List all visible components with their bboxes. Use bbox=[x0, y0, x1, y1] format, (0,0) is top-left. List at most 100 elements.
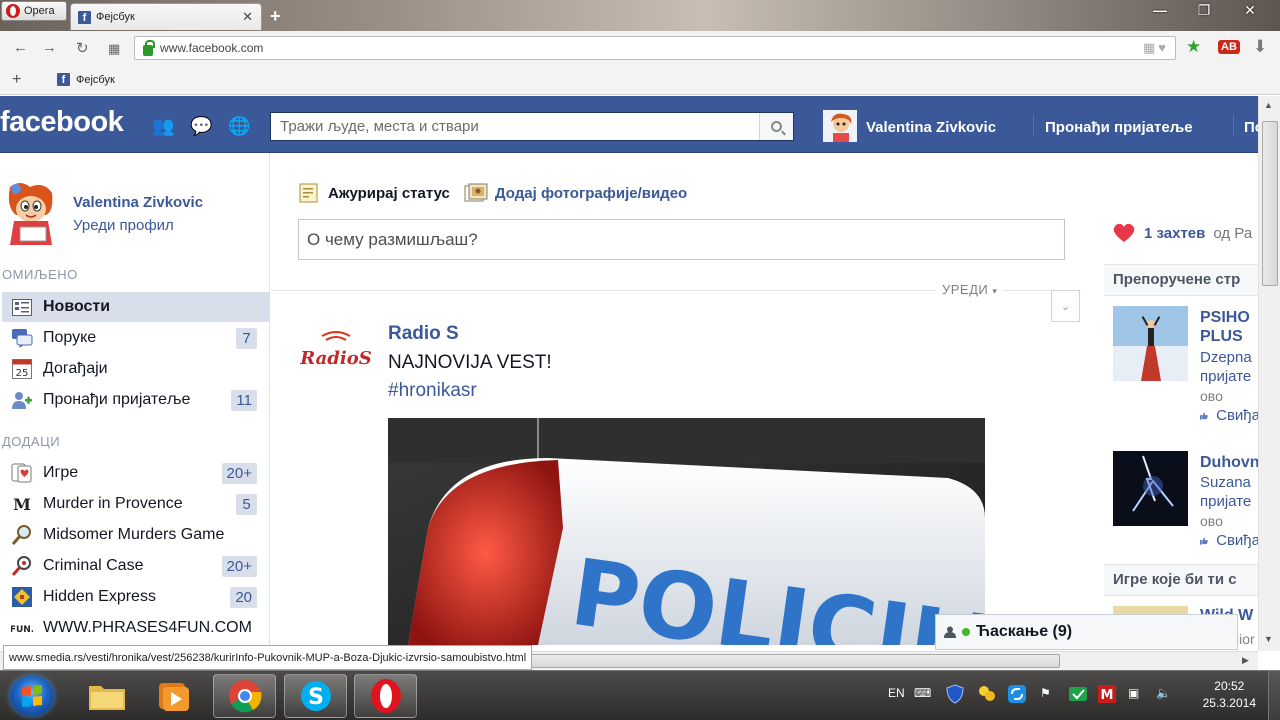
user-avatar[interactable] bbox=[823, 110, 857, 142]
browser-tab[interactable]: f Фејсбук ✕ bbox=[70, 3, 262, 30]
sidebar-item-find-friends[interactable]: Пронађи пријатеље 11 bbox=[2, 385, 270, 415]
post-author-link[interactable]: Radio S bbox=[388, 323, 459, 345]
criminal-case-badge: 20+ bbox=[221, 555, 257, 577]
post-options-button[interactable]: ⌄ bbox=[1051, 290, 1080, 322]
sidebar-item-criminal-case[interactable]: Criminal Case 20+ bbox=[2, 551, 270, 581]
back-arrow-icon[interactable]: ← bbox=[13, 39, 28, 56]
sidebar-item-midsomer-murders[interactable]: Midsomer Murders Game bbox=[2, 520, 270, 550]
svg-text:M: M bbox=[13, 495, 31, 514]
online-status-icon bbox=[962, 628, 970, 636]
sidebar-item-games[interactable]: Игре 20+ bbox=[2, 458, 270, 488]
sidebar-item-murder-in-provence[interactable]: M Murder in Provence 5 bbox=[2, 489, 270, 519]
friend-requests-icon[interactable]: 👥 bbox=[152, 116, 174, 137]
scroll-up-icon[interactable]: ▲ bbox=[1264, 100, 1273, 110]
friend-request-notice[interactable]: 1 захтев од Ра bbox=[1112, 223, 1252, 243]
add-bookmark-icon[interactable]: + bbox=[12, 71, 21, 89]
taskbar-explorer-button[interactable] bbox=[75, 674, 138, 718]
network-icon[interactable]: ▣ bbox=[1128, 686, 1139, 700]
suggested-page-title[interactable]: Duhovn bbox=[1200, 453, 1260, 473]
calendar-icon: 25 bbox=[10, 357, 34, 381]
reload-icon[interactable]: ↻ bbox=[76, 39, 89, 57]
header-home-link[interactable]: Почетна bbox=[1244, 119, 1258, 136]
minimize-button[interactable]: — bbox=[1138, 0, 1182, 20]
like-page-button[interactable]: Свиђа bbox=[1200, 407, 1260, 424]
messages-jewel-icon[interactable]: 💬 bbox=[190, 116, 212, 137]
taskbar-chrome-button[interactable] bbox=[213, 674, 276, 718]
action-center-flag-icon[interactable]: ⚑ bbox=[1040, 686, 1051, 700]
close-window-button[interactable]: ✕ bbox=[1226, 0, 1274, 20]
facebook-logo[interactable]: facebook bbox=[0, 106, 124, 139]
sidebar-item-messages[interactable]: Поруке 7 bbox=[2, 323, 270, 353]
download-icon[interactable]: ⬇ bbox=[1253, 37, 1267, 57]
suggested-page-friend[interactable]: Suzana bbox=[1200, 474, 1260, 491]
keyboard-icon[interactable]: ⌨ bbox=[914, 686, 931, 700]
star-extension-icon[interactable]: ★ bbox=[1186, 37, 1201, 57]
sidebar-item-phrases4fun[interactable]: FUN. WWW.PHRASES4FUN.COM bbox=[2, 613, 270, 643]
edit-profile-link[interactable]: Уреди профил bbox=[73, 217, 174, 234]
messenger-tray-icon[interactable] bbox=[978, 684, 996, 707]
sidebar-item-label: Пронађи пријатеље bbox=[43, 391, 191, 408]
status-input[interactable] bbox=[299, 220, 1064, 259]
header-user-name[interactable]: Valentina Zivkovic bbox=[866, 119, 996, 136]
feed-edit-link[interactable]: УРЕДИ ▾ bbox=[936, 282, 1004, 297]
opera-menu-button[interactable]: Opera bbox=[1, 1, 67, 21]
adblock-icon[interactable]: AB bbox=[1218, 40, 1240, 54]
bookmark-facebook[interactable]: f Фејсбук bbox=[57, 73, 115, 86]
security-shield-icon[interactable] bbox=[946, 684, 964, 707]
hidden-express-badge: 20 bbox=[230, 586, 257, 608]
maximize-button[interactable]: ❐ bbox=[1182, 0, 1226, 20]
mcafee-tray-icon[interactable]: M bbox=[1097, 684, 1117, 707]
taskbar-media-player-button[interactable] bbox=[141, 674, 204, 718]
bookmarks-bar: + f Фејсбук bbox=[0, 65, 1280, 95]
add-photos-tab[interactable]: Додај фотографије/видео bbox=[464, 183, 687, 203]
request-count: 1 захтев bbox=[1144, 224, 1206, 242]
scroll-right-icon[interactable]: ▶ bbox=[1242, 655, 1249, 666]
suggested-page-friend[interactable]: Dzepna bbox=[1200, 349, 1260, 366]
taskbar-skype-button[interactable]: S bbox=[284, 674, 347, 718]
post-image[interactable]: POLICIJA bbox=[388, 418, 985, 645]
scroll-down-icon[interactable]: ▼ bbox=[1264, 634, 1273, 644]
sync-tray-icon[interactable] bbox=[1007, 684, 1027, 707]
vertical-scroll-thumb[interactable] bbox=[1262, 121, 1278, 286]
like-page-button[interactable]: Свиђа bbox=[1200, 532, 1260, 549]
volume-icon[interactable]: 🔈 bbox=[1156, 686, 1171, 700]
sidebar-item-label: Поруке bbox=[43, 329, 97, 346]
start-button[interactable] bbox=[10, 676, 54, 716]
radio-s-logo[interactable]: RadioS bbox=[300, 330, 372, 374]
sidebar-item-hidden-express[interactable]: Hidden Express 20 bbox=[2, 582, 270, 612]
suggested-page-thumbnail[interactable] bbox=[1113, 306, 1188, 381]
profile-avatar[interactable] bbox=[4, 181, 58, 245]
search-input[interactable] bbox=[271, 113, 759, 140]
new-tab-button[interactable]: + bbox=[270, 6, 281, 27]
sidebar-item-label: Игре bbox=[43, 464, 79, 481]
sidebar-item-events[interactable]: 25 Догађаји bbox=[2, 354, 270, 384]
taskbar-opera-button[interactable] bbox=[354, 674, 417, 718]
suggested-page-thumbnail[interactable] bbox=[1113, 451, 1188, 526]
tab-close-icon[interactable]: ✕ bbox=[242, 9, 253, 25]
vertical-scrollbar[interactable]: ▲ ▼ bbox=[1258, 96, 1280, 651]
green-tray-icon[interactable] bbox=[1068, 684, 1088, 707]
language-indicator[interactable]: EN bbox=[888, 686, 905, 700]
header-separator bbox=[1233, 114, 1234, 136]
news-feed-icon bbox=[10, 295, 34, 319]
show-desktop-button[interactable] bbox=[1268, 671, 1280, 720]
suggested-page-title-line2[interactable]: PLUS bbox=[1200, 327, 1260, 347]
clock-time: 20:52 bbox=[1214, 679, 1245, 693]
speed-dial-icon[interactable]: ▦ bbox=[108, 41, 120, 57]
address-bar[interactable]: www.facebook.com ▦♥ bbox=[134, 36, 1176, 60]
sidebar-item-news-feed[interactable]: Новости bbox=[2, 292, 270, 322]
suggested-page-title[interactable]: PSIHO bbox=[1200, 308, 1260, 328]
chat-bar[interactable]: Ћаскање (9) bbox=[935, 614, 1238, 650]
friend-suggestions-badge: 11 bbox=[231, 389, 257, 411]
notifications-globe-icon[interactable]: 🌐 bbox=[228, 116, 250, 137]
forward-arrow-icon[interactable]: → bbox=[42, 39, 57, 56]
profile-name[interactable]: Valentina Zivkovic bbox=[73, 194, 203, 211]
search-button[interactable] bbox=[759, 113, 793, 140]
update-status-tab[interactable]: Ажурирај статус bbox=[299, 183, 450, 203]
search-box bbox=[270, 112, 794, 141]
facebook-header: facebook 👥 💬 🌐 Valentina Zivkovic Пронађ… bbox=[0, 96, 1258, 153]
header-find-friends-link[interactable]: Пронађи пријатеље bbox=[1045, 119, 1193, 136]
bookmark-heart-icon[interactable]: ▦♥ bbox=[1143, 40, 1169, 56]
post-hashtag-link[interactable]: #hronikasr bbox=[388, 380, 477, 402]
system-clock[interactable]: 20:52 25.3.2014 bbox=[1203, 678, 1256, 712]
